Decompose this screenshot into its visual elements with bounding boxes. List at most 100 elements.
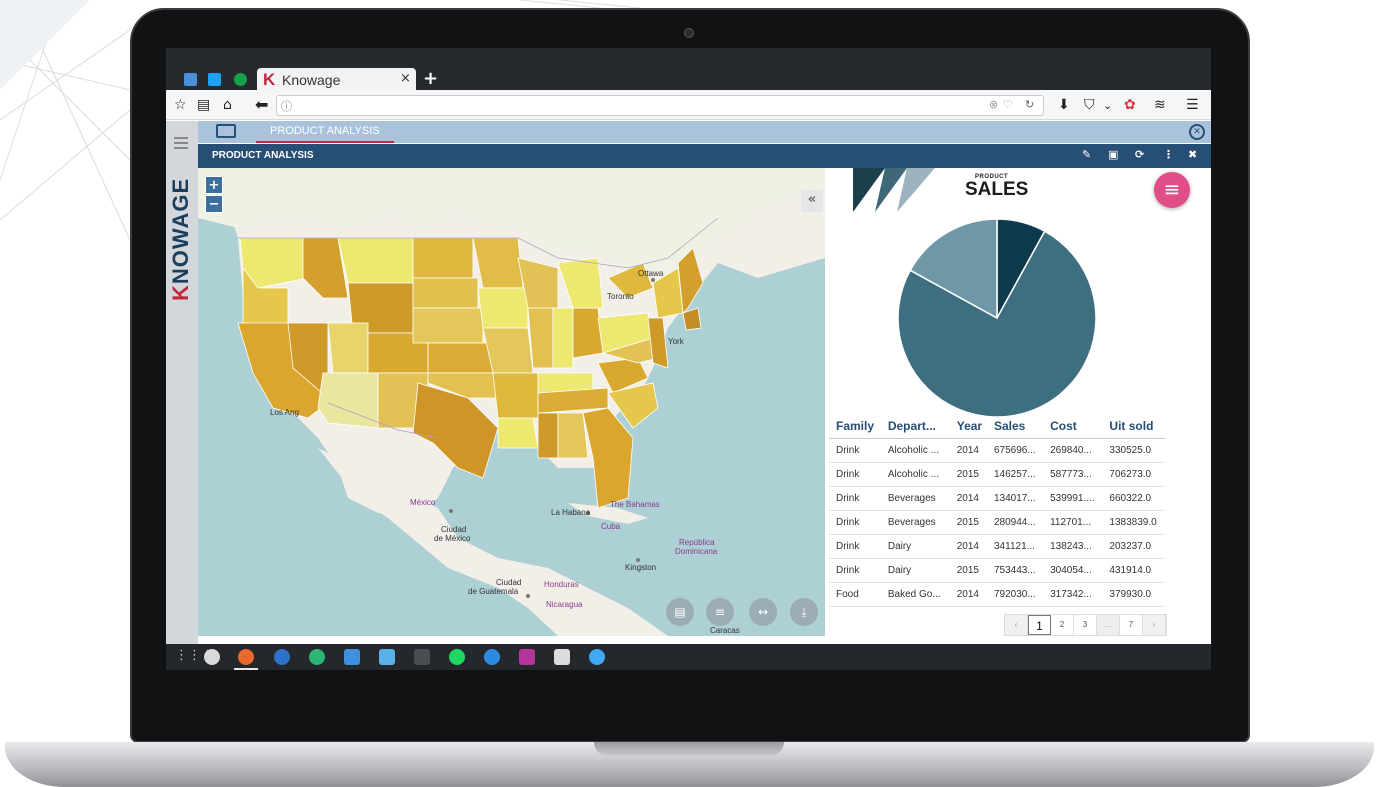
choropleth-map[interactable]: Ottawa Toronto York Los Ang México Ciuda… bbox=[198, 168, 825, 636]
table-cell: Drink bbox=[829, 534, 881, 559]
clear-icon[interactable]: ⊗ bbox=[989, 98, 998, 111]
reader-icon[interactable]: ▤ bbox=[197, 97, 210, 113]
table-row[interactable]: Drink Alcoholic ... 2014 675696... 269840...… bbox=[829, 438, 1165, 463]
table-cell: 203237.0 bbox=[1102, 534, 1165, 559]
chevron-down-icon[interactable]: ⌄ bbox=[1103, 99, 1112, 112]
pocket-save-icon[interactable]: ⛉ bbox=[1084, 97, 1095, 113]
extension-icon[interactable]: ✿ bbox=[1124, 97, 1136, 113]
edit-icon[interactable]: ✎ bbox=[1082, 148, 1091, 161]
table-cell: 341121... bbox=[987, 534, 1044, 559]
close-icon[interactable]: ✖ bbox=[1188, 148, 1197, 161]
grammarly-icon[interactable] bbox=[234, 73, 247, 86]
pocket-icon[interactable]: ♡ bbox=[1003, 98, 1013, 111]
save-icon[interactable]: ▣ bbox=[1108, 148, 1118, 161]
table-cell: 138243... bbox=[1043, 534, 1103, 559]
url-bar[interactable]: ⓘ ⊗ ♡ ↻ bbox=[276, 95, 1044, 116]
table-cell: Drink bbox=[829, 510, 881, 535]
star-icon[interactable]: ☆ bbox=[174, 97, 187, 113]
page-7-button[interactable]: 7 bbox=[1120, 615, 1143, 635]
info-icon[interactable]: ⓘ bbox=[281, 98, 292, 114]
table-row[interactable]: Drink Dairy 2015 753443... 304054... 431914.0 bbox=[829, 558, 1165, 583]
os-taskbar: ⋮⋮⋮ bbox=[166, 644, 1211, 670]
page-3-button[interactable]: 3 bbox=[1074, 615, 1097, 635]
download-icon[interactable]: ⬇ bbox=[1058, 97, 1070, 113]
menu-fab-button[interactable]: ≡ bbox=[1154, 172, 1190, 208]
hamburger-icon[interactable] bbox=[174, 137, 188, 139]
twitter-icon[interactable] bbox=[208, 73, 221, 86]
table-row[interactable]: Drink Beverages 2014 134017... 539991.... 660… bbox=[829, 486, 1165, 511]
map-label: Nicaragua bbox=[546, 600, 583, 609]
drive-icon[interactable] bbox=[484, 649, 500, 665]
collapse-panel-button[interactable]: « bbox=[801, 190, 823, 212]
chat-icon[interactable] bbox=[589, 649, 605, 665]
finder-icon[interactable] bbox=[344, 649, 360, 665]
refresh-icon[interactable]: ⟳ bbox=[1135, 148, 1144, 161]
download-tool-icon[interactable]: ⤓ bbox=[790, 598, 818, 626]
column-header[interactable]: Uit sold bbox=[1102, 414, 1165, 439]
zoom-out-button[interactable]: − bbox=[205, 195, 223, 213]
column-header[interactable]: Depart... bbox=[880, 414, 950, 439]
list-tool-icon[interactable]: ≡ bbox=[706, 598, 734, 626]
spotify-icon[interactable] bbox=[449, 649, 465, 665]
table-cell: 587773... bbox=[1043, 462, 1103, 487]
disk-icon[interactable] bbox=[274, 649, 290, 665]
pie-chart bbox=[897, 218, 1097, 418]
folder-icon[interactable] bbox=[216, 124, 236, 138]
page-1-button[interactable]: 1 bbox=[1028, 615, 1051, 635]
map-label: Ciudad bbox=[496, 578, 522, 587]
table-row[interactable]: Drink Alcoholic ... 2015 146257... 587773...… bbox=[829, 462, 1165, 487]
table-cell: 304054... bbox=[1043, 558, 1103, 583]
column-header[interactable]: Family bbox=[829, 414, 881, 439]
column-header[interactable]: Cost bbox=[1043, 414, 1103, 439]
notes-icon[interactable] bbox=[379, 649, 395, 665]
tab-knowage[interactable]: K Knowage × bbox=[257, 68, 416, 90]
camera-app-icon[interactable] bbox=[204, 649, 220, 665]
table-cell: Beverages bbox=[880, 510, 950, 535]
map-label: México bbox=[410, 498, 436, 507]
map-label: Caracas bbox=[710, 626, 740, 635]
active-app-indicator bbox=[234, 668, 258, 670]
back-arrow-icon[interactable]: ⬅ bbox=[255, 95, 268, 114]
map-label: The Bahamas bbox=[610, 500, 660, 509]
terminal-icon[interactable] bbox=[414, 649, 430, 665]
table-cell: Drink bbox=[829, 462, 881, 487]
table-row[interactable]: Food Baked Go... 2014 792030... 317342... 379… bbox=[829, 582, 1165, 607]
ide-icon[interactable] bbox=[519, 649, 535, 665]
column-header[interactable]: Sales bbox=[987, 414, 1044, 439]
expand-tool-icon[interactable]: ↔ bbox=[749, 598, 777, 626]
pinned-tab-icon[interactable] bbox=[184, 73, 197, 86]
page-2-button[interactable]: 2 bbox=[1051, 615, 1074, 635]
next-page-button[interactable]: › bbox=[1143, 615, 1166, 635]
knowage-tab-icon: K bbox=[263, 70, 276, 89]
firefox-icon[interactable] bbox=[238, 649, 254, 665]
table-cell: Alcoholic ... bbox=[880, 438, 950, 463]
tab-product-analysis[interactable]: PRODUCT ANALYSIS bbox=[256, 121, 394, 143]
more-options-icon[interactable]: ⋮ bbox=[1163, 148, 1174, 161]
prev-page-button[interactable]: ‹ bbox=[1005, 615, 1028, 635]
map-label: Dominicana bbox=[675, 547, 718, 556]
table-cell: 112701... bbox=[1043, 510, 1103, 535]
logo-k: K bbox=[168, 284, 193, 301]
table-cell: Beverages bbox=[880, 486, 950, 511]
table-cell: Dairy bbox=[880, 534, 950, 559]
column-header[interactable]: Year bbox=[949, 414, 987, 439]
close-tab-icon[interactable]: × bbox=[400, 71, 411, 86]
table-cell: 379930.0 bbox=[1102, 582, 1165, 607]
stage: K Knowage × + ☆ ▤ ⌂ ⬅ ⓘ ⊗ ♡ ↻ ⬇ ⛉ ⌄ ✿ ≋ … bbox=[0, 0, 1379, 787]
editor-icon[interactable] bbox=[554, 649, 570, 665]
widget-header-title: SALES bbox=[965, 179, 1029, 200]
map-label: República bbox=[679, 538, 715, 547]
table-row[interactable]: Drink Dairy 2014 341121... 138243... 203237.0 bbox=[829, 534, 1165, 559]
table-cell: 269840... bbox=[1043, 438, 1103, 463]
table-cell: 753443... bbox=[987, 558, 1044, 583]
close-all-icon[interactable]: ✕ bbox=[1189, 124, 1205, 140]
reload-icon[interactable]: ↻ bbox=[1025, 98, 1034, 111]
table-row[interactable]: Drink Beverages 2015 280944... 112701... 1383… bbox=[829, 510, 1165, 535]
globe-icon[interactable] bbox=[309, 649, 325, 665]
layers-icon[interactable]: ≋ bbox=[1154, 97, 1166, 113]
home-icon[interactable]: ⌂ bbox=[223, 97, 232, 113]
layers-tool-icon[interactable]: ▤ bbox=[666, 598, 694, 626]
new-tab-button[interactable]: + bbox=[423, 68, 438, 89]
zoom-in-button[interactable]: + bbox=[205, 176, 223, 194]
menu-icon[interactable]: ☰ bbox=[1186, 97, 1199, 113]
